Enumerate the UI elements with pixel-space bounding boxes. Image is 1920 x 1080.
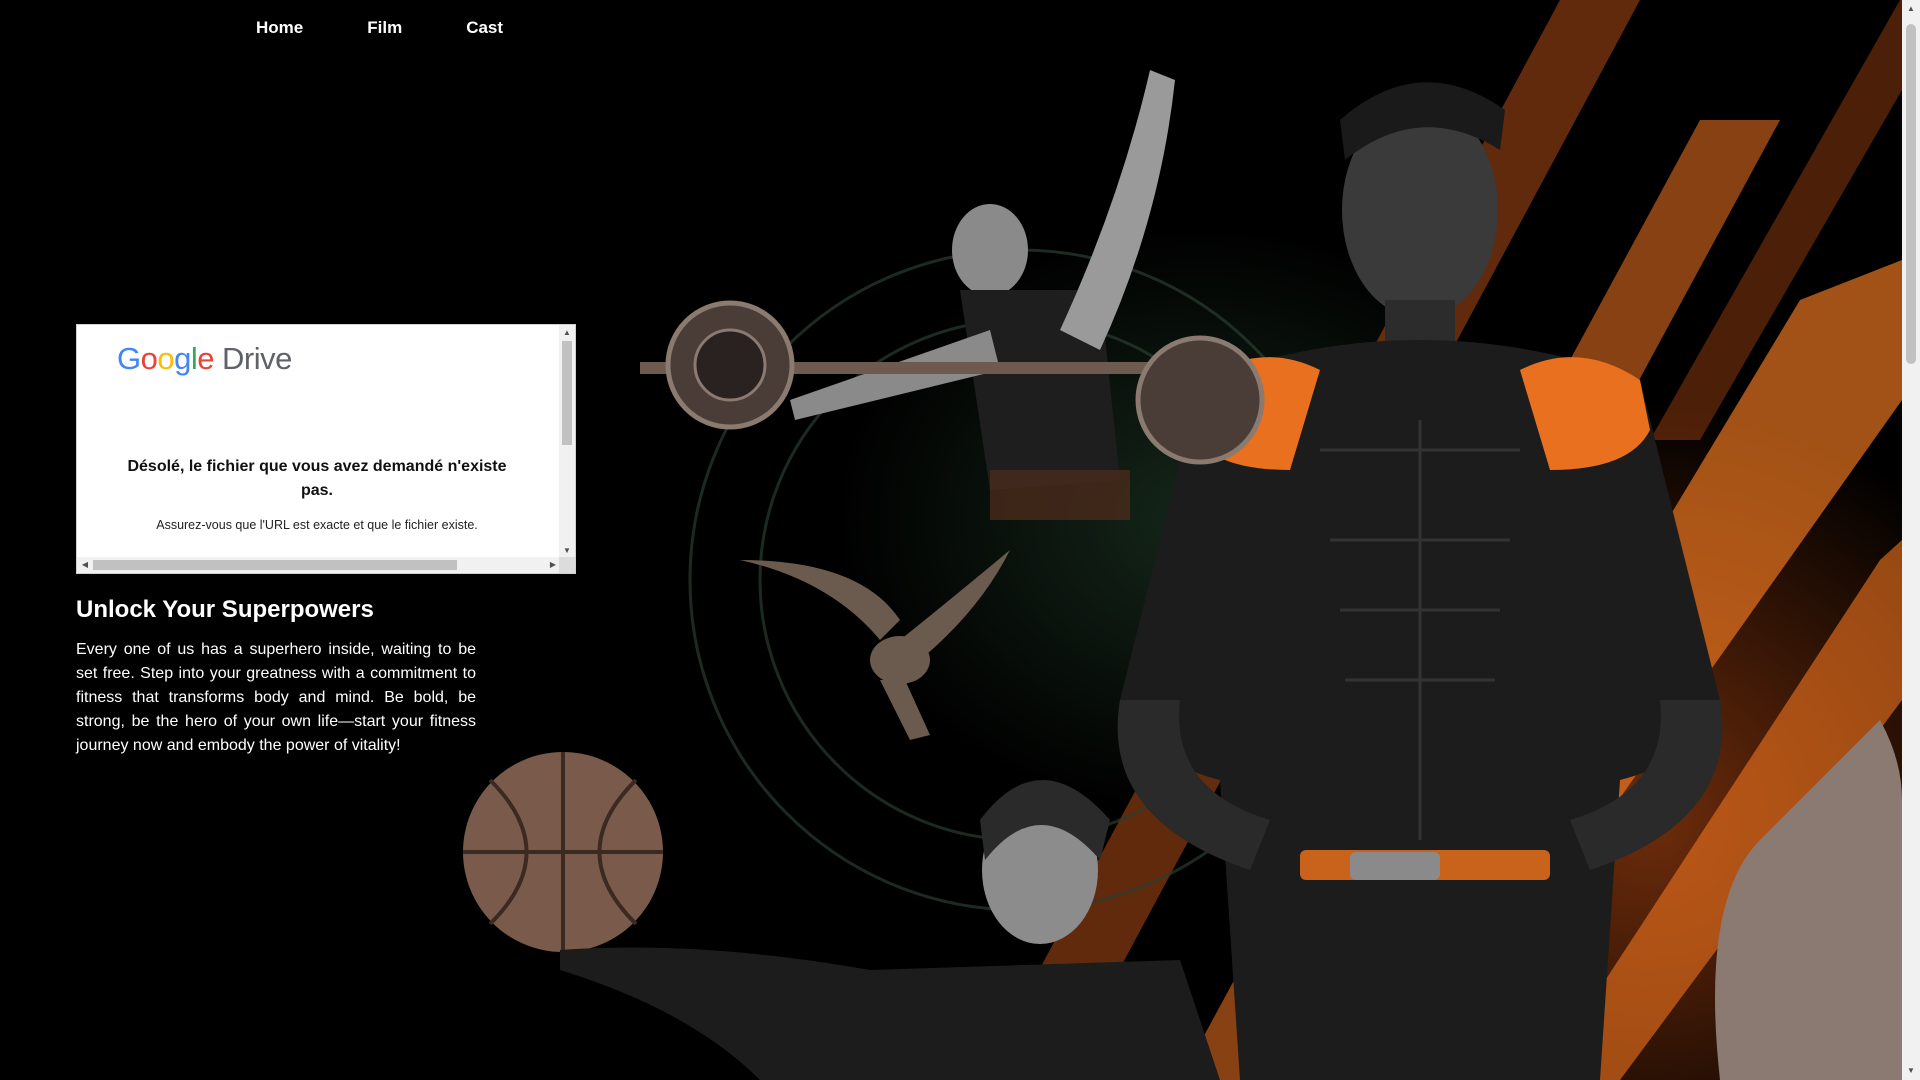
drive-error-title: Désolé, le fichier que vous avez demandé… <box>127 458 507 499</box>
page-scroll-thumb[interactable] <box>1906 24 1916 364</box>
eagle-figure <box>740 550 1010 740</box>
nav-link-film[interactable]: Film <box>367 18 402 38</box>
promo-heading: Unlock Your Superpowers <box>76 596 374 623</box>
superhero-figure <box>1117 82 1723 1080</box>
promo-section: Unlock Your Superpowers Every one of us … <box>76 596 476 758</box>
google-drive-logo: Google Drive <box>117 341 292 376</box>
drive-error-subtitle: Assurez-vous que l'URL est exacte et que… <box>156 518 478 532</box>
weightlifter-figure <box>640 70 1265 520</box>
main-nav: Home Film Cast <box>256 18 503 38</box>
triangle-down-icon[interactable]: ▼ <box>1902 1062 1920 1080</box>
drive-vertical-scrollbar[interactable]: ▲ ▼ <box>559 325 575 559</box>
triangle-up-icon[interactable]: ▲ <box>559 325 575 341</box>
nav-link-cast[interactable]: Cast <box>466 18 503 38</box>
nav-link-home[interactable]: Home <box>256 18 303 38</box>
triangle-left-icon[interactable]: ◀ <box>77 557 93 573</box>
promo-body: Every one of us has a superhero inside, … <box>76 641 476 754</box>
page-vertical-scrollbar[interactable]: ▲ ▼ <box>1902 0 1920 1080</box>
drive-horizontal-scrollbar[interactable]: ◀ ▶ <box>77 557 561 573</box>
drive-embed-frame[interactable]: Google Drive Désolé, le fichier que vous … <box>76 324 576 574</box>
drive-vertical-scroll-thumb[interactable] <box>562 341 572 445</box>
drive-horizontal-scroll-thumb[interactable] <box>93 560 457 570</box>
drive-embed-content: Google Drive Désolé, le fichier que vous … <box>77 325 561 559</box>
scrollbar-corner <box>559 557 575 573</box>
triangle-up-icon[interactable]: ▲ <box>1902 0 1920 18</box>
